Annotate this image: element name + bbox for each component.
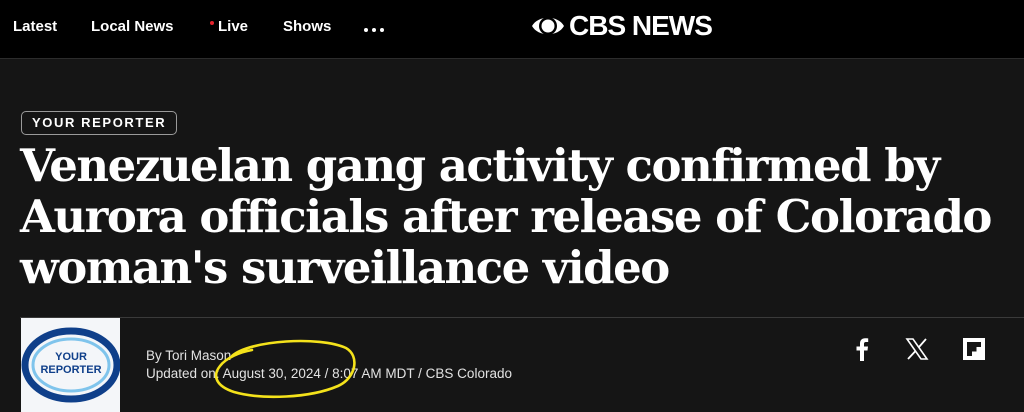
cbs-news-logo[interactable]: CBS NEWS [531, 10, 713, 42]
nav-shows[interactable]: Shows [283, 18, 331, 35]
article-page: Latest Local News Live Shows CBS NEWS YO… [0, 0, 1024, 412]
your-reporter-logo: YOUR REPORTER [21, 318, 120, 412]
x-icon [905, 338, 929, 360]
top-navigation: Latest Local News Live Shows CBS NEWS [0, 0, 1024, 59]
nav-live[interactable]: Live [210, 18, 248, 35]
section-tag[interactable]: YOUR REPORTER [21, 111, 178, 135]
live-dot-icon [210, 21, 214, 26]
byline-divider [20, 317, 1024, 318]
logo-wordmark: CBS NEWS [569, 10, 713, 41]
flipboard-share-button[interactable] [961, 336, 987, 362]
author-avatar[interactable]: YOUR REPORTER [21, 318, 120, 412]
byline-author[interactable]: By Tori Mason [146, 348, 231, 363]
byline-updated-date: Updated on: August 30, 2024 / 8:07 AM MD… [146, 366, 512, 381]
avatar-text-line1: YOUR [55, 351, 87, 363]
avatar-text-line2: REPORTER [40, 364, 101, 376]
more-menu-icon[interactable] [364, 28, 386, 34]
x-share-button[interactable] [904, 336, 930, 362]
article-headline: Venezuelan gang activity confirmed by Au… [20, 139, 992, 294]
facebook-icon [856, 338, 869, 361]
facebook-share-button[interactable] [850, 336, 874, 362]
flipboard-icon [963, 338, 985, 360]
cbs-eye-icon [532, 17, 564, 35]
nav-latest[interactable]: Latest [13, 18, 57, 35]
nav-live-label: Live [218, 18, 249, 35]
nav-local-news[interactable]: Local News [91, 18, 174, 35]
